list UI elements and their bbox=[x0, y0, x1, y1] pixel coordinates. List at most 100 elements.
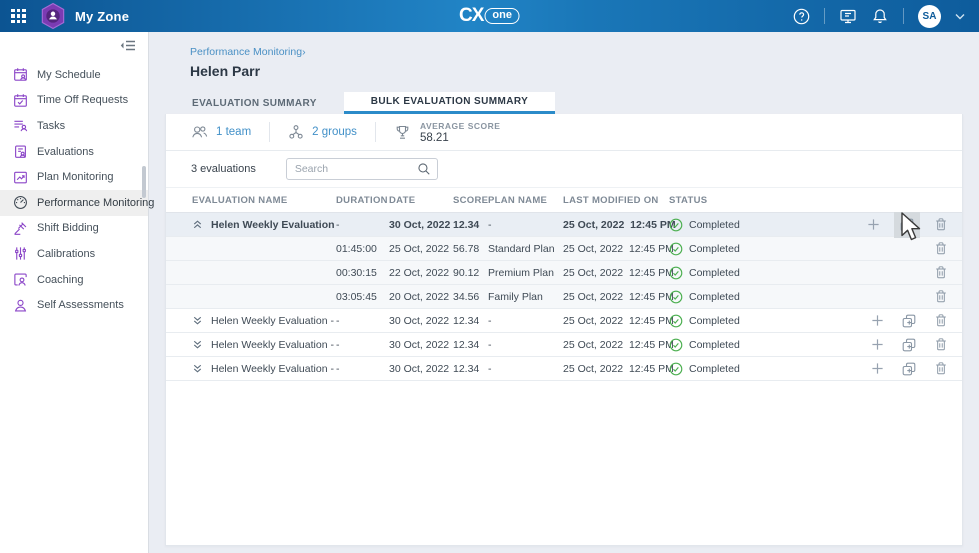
add-button[interactable] bbox=[862, 214, 884, 236]
app-title: My Zone bbox=[75, 9, 129, 24]
cell-duration: - bbox=[336, 219, 389, 231]
table-row[interactable]: Helen Weekly Evaluation - June 20 - 30 O… bbox=[166, 333, 962, 357]
sidebar-item-performance[interactable]: Performance Monitoring bbox=[0, 190, 148, 216]
table-row[interactable]: Helen Weekly Evaluation - June 20 - 30 O… bbox=[166, 357, 962, 381]
sidebar-item-calibrations[interactable]: Calibrations bbox=[0, 241, 148, 267]
add-button[interactable] bbox=[866, 334, 888, 356]
status-label: Completed bbox=[689, 243, 740, 255]
collapse-sidebar-icon[interactable] bbox=[120, 39, 136, 52]
expander-icon[interactable] bbox=[191, 218, 204, 231]
sidebar-item-shift[interactable]: Shift Bidding bbox=[0, 216, 148, 242]
cell-score: 12.34 bbox=[453, 363, 488, 375]
sidebar-item-plan[interactable]: Plan Monitoring bbox=[0, 164, 148, 190]
cell-date: 30 Oct, 2022 bbox=[389, 363, 453, 375]
self-icon bbox=[13, 298, 28, 313]
tab-evaluation-summary[interactable]: EVALUATION SUMMARY bbox=[165, 92, 344, 114]
copy-button[interactable] bbox=[898, 334, 920, 356]
expander-icon[interactable] bbox=[191, 362, 204, 375]
expander-icon[interactable] bbox=[191, 314, 204, 327]
status-label: Completed bbox=[689, 291, 740, 303]
sidebar-item-label: Plan Monitoring bbox=[37, 171, 113, 183]
sidebar-item-label: Time Off Requests bbox=[37, 94, 128, 106]
user-avatar[interactable]: SA bbox=[918, 5, 941, 28]
header-status: STATUS bbox=[669, 195, 830, 206]
status-label: Completed bbox=[689, 315, 740, 327]
sidebar-scrollbar[interactable] bbox=[142, 166, 146, 198]
tasks-icon bbox=[13, 118, 28, 133]
sidebar-item-evaluations[interactable]: Evaluations bbox=[0, 139, 148, 165]
add-button[interactable] bbox=[866, 358, 888, 380]
sidebar-item-self[interactable]: Self Assessments bbox=[0, 292, 148, 318]
table-row[interactable]: 01:45:00 25 Oct, 2022 56.78 Standard Pla… bbox=[166, 237, 962, 261]
sidebar-item-label: Calibrations bbox=[37, 248, 95, 260]
cell-score: 12.34 bbox=[453, 339, 488, 351]
sidebar-item-tasks[interactable]: Tasks bbox=[0, 113, 148, 139]
notifications-bell-icon[interactable] bbox=[871, 7, 889, 25]
sidebar-item-schedule[interactable]: My Schedule bbox=[0, 62, 148, 88]
evaluations-icon bbox=[13, 144, 28, 159]
delete-button[interactable] bbox=[930, 286, 952, 308]
cell-plan-name: - bbox=[488, 339, 563, 351]
stats-row: 1 team 2 groups bbox=[166, 114, 962, 151]
help-icon[interactable] bbox=[792, 7, 810, 25]
sidebar-menu: My Schedule Time Off Requests Tasks Eval… bbox=[0, 62, 148, 318]
top-bar: My Zone CXone SA bbox=[0, 0, 979, 32]
cell-evaluation-name: Helen Weekly Evaluation - June 20 bbox=[211, 363, 336, 375]
sidebar-item-label: Coaching bbox=[37, 274, 83, 286]
performance-icon bbox=[13, 195, 28, 210]
delete-button[interactable] bbox=[930, 334, 952, 356]
delete-button[interactable] bbox=[930, 214, 952, 236]
table-row[interactable]: 00:30:15 22 Oct, 2022 90.12 Premium Plan… bbox=[166, 261, 962, 285]
breadcrumb[interactable]: Performance Monitoring bbox=[190, 46, 302, 58]
table-header-row: EVALUATION NAME DURATION DATE SCORE PLAN… bbox=[166, 187, 962, 213]
groups-link[interactable]: 2 groups bbox=[288, 124, 357, 140]
screen-monitor-icon[interactable] bbox=[839, 7, 857, 25]
timeoff-icon bbox=[13, 93, 28, 108]
delete-button[interactable] bbox=[930, 310, 952, 332]
delete-button[interactable] bbox=[930, 238, 952, 260]
average-score-value: 58.21 bbox=[420, 132, 501, 144]
sidebar-item-coaching[interactable]: Coaching bbox=[0, 267, 148, 293]
header-evaluation-name: EVALUATION NAME bbox=[166, 195, 336, 206]
expander-icon[interactable] bbox=[191, 338, 204, 351]
status-check-icon bbox=[669, 290, 683, 304]
my-zone-hexagon-icon bbox=[40, 2, 66, 30]
groups-count-label: 2 groups bbox=[312, 126, 357, 138]
header-plan-name: PLAN NAME bbox=[488, 195, 563, 206]
tab-bulk-evaluation-summary[interactable]: BULK EVALUATION SUMMARY bbox=[344, 92, 555, 114]
cell-score: 56.78 bbox=[453, 243, 488, 255]
cell-plan-name: Family Plan bbox=[488, 291, 563, 303]
copy-button[interactable] bbox=[898, 310, 920, 332]
delete-button[interactable] bbox=[930, 262, 952, 284]
add-button[interactable] bbox=[866, 310, 888, 332]
sidebar-item-label: Tasks bbox=[37, 120, 65, 132]
copy-button[interactable] bbox=[898, 358, 920, 380]
table-row[interactable]: Helen Weekly Evaluation - June 20 - 30 O… bbox=[166, 309, 962, 333]
topbar-divider bbox=[903, 8, 904, 24]
sidebar-item-label: Performance Monitoring bbox=[37, 197, 154, 209]
topbar-divider bbox=[824, 8, 825, 24]
cell-evaluation-name: Helen Weekly Evaluation - June 20 bbox=[211, 339, 336, 351]
cell-plan-name: Premium Plan bbox=[488, 267, 563, 279]
trophy-icon bbox=[394, 124, 411, 141]
search-icon[interactable] bbox=[417, 162, 431, 181]
cell-last-modified: 25 Oct, 2022 12:45 PM bbox=[563, 267, 669, 279]
stats-divider bbox=[375, 122, 376, 142]
groups-icon bbox=[288, 124, 304, 140]
sidebar-item-timeoff[interactable]: Time Off Requests bbox=[0, 88, 148, 114]
team-link[interactable]: 1 team bbox=[191, 124, 251, 140]
cell-plan-name: Standard Plan bbox=[488, 243, 563, 255]
main-content: Performance Monitoring› Helen Parr EVALU… bbox=[149, 32, 979, 553]
table-row[interactable]: 03:05:45 20 Oct, 2022 34.56 Family Plan … bbox=[166, 285, 962, 309]
cell-evaluation-name: Helen Weekly Evaluation - June 20 bbox=[211, 315, 336, 327]
copy-button[interactable] bbox=[894, 212, 920, 238]
page-title: Helen Parr bbox=[190, 63, 963, 79]
average-score-label: AVERAGE SCORE bbox=[420, 121, 501, 131]
status-check-icon bbox=[669, 314, 683, 328]
search-input[interactable] bbox=[286, 158, 438, 180]
delete-button[interactable] bbox=[930, 358, 952, 380]
cell-last-modified: 25 Oct, 2022 12:45 PM bbox=[563, 243, 669, 255]
profile-chevron-down-icon[interactable] bbox=[955, 13, 965, 20]
table-row[interactable]: Helen Weekly Evaluation - June... - 30 O… bbox=[166, 213, 962, 237]
app-launcher-icon[interactable] bbox=[11, 9, 26, 24]
